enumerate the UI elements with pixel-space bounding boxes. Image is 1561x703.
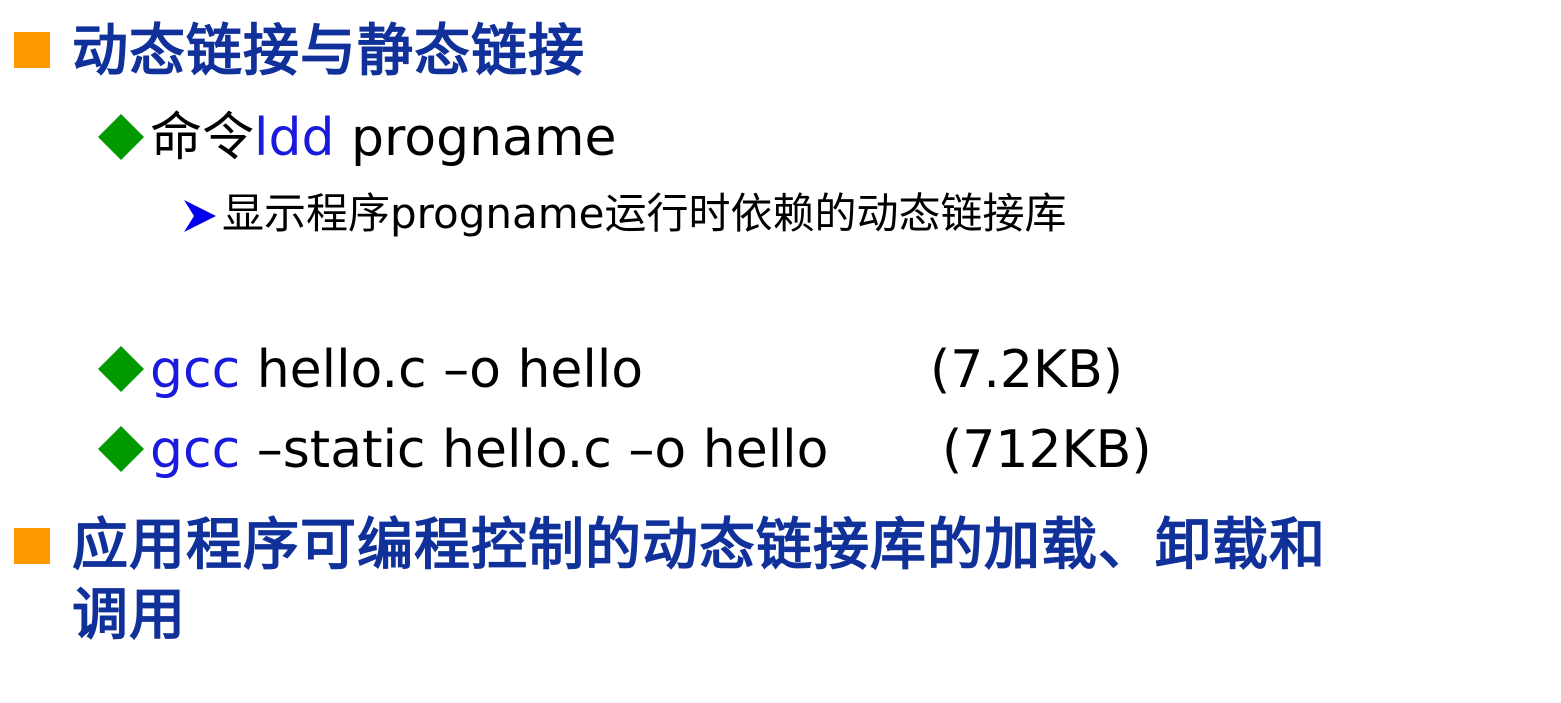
subbullet-row-gcc-static: gcc –static hello.c –o hello (712KB) — [0, 418, 1561, 484]
gcc-dynamic-size: (7.2KB) — [930, 340, 1124, 400]
gcc-static-command-line: gcc –static hello.c –o hello — [150, 420, 828, 480]
gcc-dynamic-arguments: hello.c –o hello — [240, 340, 644, 400]
blue-arrowhead-icon — [184, 200, 216, 232]
subbullet-row-ldd: 命令ldd progname — [0, 106, 1561, 172]
green-diamond-icon — [98, 114, 144, 160]
heading-programmable-dll-line1: 应用程序可编程控制的动态链接库的加载、卸载和 — [72, 513, 1326, 578]
gcc-command: gcc — [150, 340, 241, 400]
ldd-argument: progname — [334, 108, 617, 168]
heading-row-programmable-dll: 应用程序可编程控制的动态链接库的加载、卸载和 调用 — [0, 508, 1561, 658]
slide: 动态链接与静态链接 命令ldd progname 显示程序progname运行时… — [0, 0, 1561, 703]
ldd-command-line: 命令ldd progname — [150, 108, 617, 168]
heading-row-dynamic-static-linking: 动态链接与静态链接 — [0, 14, 1561, 94]
ldd-command: ldd — [254, 108, 335, 168]
gcc-command: gcc — [150, 420, 241, 480]
subsubbullet-row-ldd-description: 显示程序progname运行时依赖的动态链接库 — [0, 188, 1561, 244]
green-diamond-icon — [98, 426, 144, 472]
green-diamond-icon — [98, 346, 144, 392]
ldd-description: 显示程序progname运行时依赖的动态链接库 — [222, 189, 1067, 238]
heading-programmable-dll-line2: 调用 — [72, 583, 186, 648]
orange-square-icon — [14, 32, 50, 68]
ldd-prefix: 命令 — [150, 108, 255, 168]
gcc-dynamic-command-line: gcc hello.c –o hello — [150, 340, 643, 400]
gcc-static-arguments: –static hello.c –o hello — [240, 420, 829, 480]
gcc-static-size: (712KB) — [942, 420, 1152, 480]
orange-square-icon — [14, 528, 50, 564]
subbullet-row-gcc-dynamic: gcc hello.c –o hello (7.2KB) — [0, 338, 1561, 404]
heading-dynamic-static-linking: 动态链接与静态链接 — [72, 19, 585, 84]
